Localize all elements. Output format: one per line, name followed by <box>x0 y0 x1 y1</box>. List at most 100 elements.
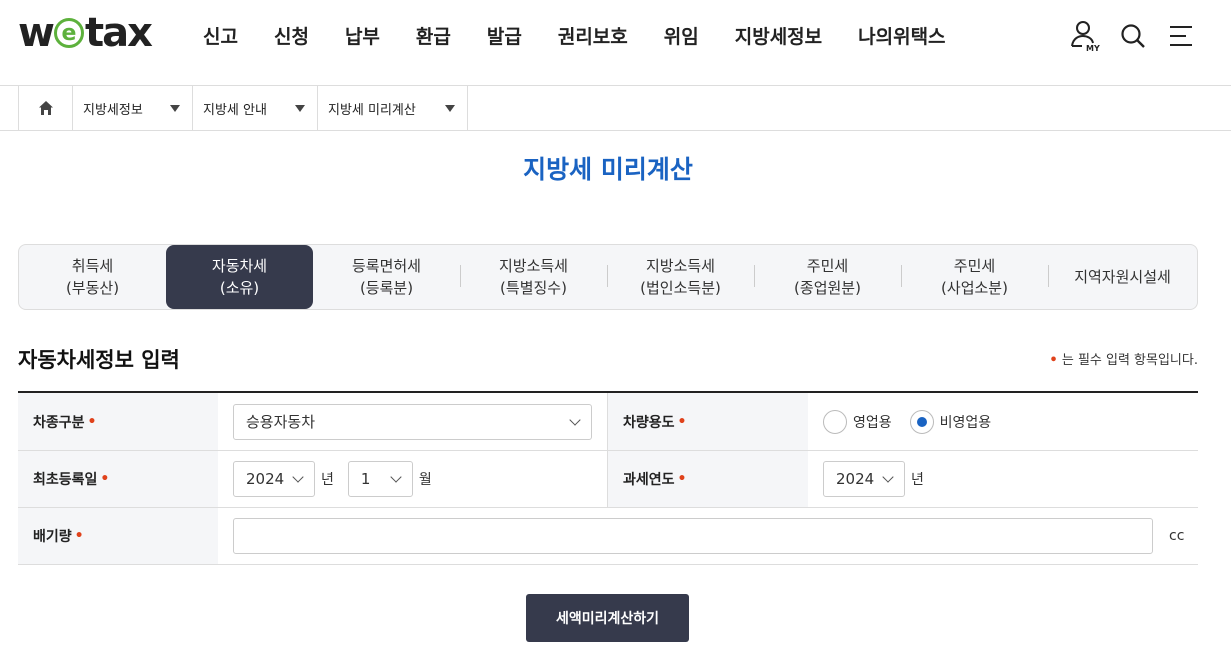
chevron-down-icon <box>292 471 304 483</box>
select-value: 2024 <box>836 470 875 488</box>
gnb-item-localtax-info[interactable]: 지방세정보 <box>735 22 822 49</box>
breadcrumb-divider <box>0 130 1231 131</box>
breadcrumb-label: 지방세 안내 <box>203 102 267 118</box>
dropdown-triangle-icon <box>170 104 180 112</box>
section-title: 자동차세정보 입력 <box>18 348 180 372</box>
field-cell: 2024 년 1 월 <box>218 451 608 507</box>
tab-label: 주민세 <box>806 257 849 275</box>
dropdown-triangle-icon <box>295 104 305 112</box>
form-row: 최초등록일 • 2024 년 1 월 과세연도 • 2024 년 <box>18 451 1198 508</box>
required-mark: • <box>677 471 687 487</box>
gnb-item-payment[interactable]: 납부 <box>345 22 380 49</box>
tab-registration-license-tax[interactable]: 등록면허세 (등록분) <box>313 245 460 309</box>
required-note-text: 는 필수 입력 항목입니다. <box>1061 353 1198 368</box>
breadcrumb-label: 지방세 미리계산 <box>328 102 416 118</box>
chevron-down-icon <box>882 471 894 483</box>
tax-year-select[interactable]: 2024 <box>823 461 905 497</box>
tab-sublabel: (소유) <box>219 279 260 297</box>
gnb-item-rights[interactable]: 권리보호 <box>558 22 628 49</box>
select-value: 승용자동차 <box>246 413 316 431</box>
breadcrumb-item-precalc[interactable]: 지방세 미리계산 <box>318 86 468 130</box>
field-label-tax-year: 과세연도 • <box>608 451 808 507</box>
svg-text:MY: MY <box>1086 44 1100 53</box>
hamburger-menu-icon[interactable] <box>1165 16 1197 56</box>
select-value: 1 <box>360 470 371 488</box>
tab-sublabel: (법인소득분) <box>640 279 721 297</box>
logo-text-w: w <box>18 10 55 56</box>
radio-circle[interactable] <box>823 409 847 434</box>
tax-type-tabs: 취득세 (부동산) 자동차세 (소유) 등록면허세 (등록분) 지방소득세 (특별징수)… <box>18 244 1198 310</box>
tab-label: 자동차세 <box>211 257 268 275</box>
logo-text-tax: tax <box>84 10 153 56</box>
tab-regional-resource-facility-tax[interactable]: 지역자원시설세 <box>1048 245 1197 309</box>
label-text: 차종구분 <box>33 414 85 431</box>
field-label-displacement: 배기량 • <box>18 508 218 564</box>
my-user-icon[interactable]: MY <box>1069 16 1101 56</box>
usage-radio-noncommercial[interactable]: 비영업용 <box>909 409 992 434</box>
breadcrumb-item-localtax-info[interactable]: 지방세정보 <box>73 86 193 130</box>
logo-e-circle: e <box>53 18 84 48</box>
required-mark: • <box>87 413 97 430</box>
tab-vehicle-tax[interactable]: 자동차세 (소유) <box>166 245 313 309</box>
field-label-vehicle-type: 차종구분 • <box>18 393 218 450</box>
chevron-down-icon <box>390 471 402 483</box>
gnb-item-delegate[interactable]: 위임 <box>664 22 699 49</box>
gnb-item-my-wetax[interactable]: 나의위택스 <box>858 22 945 49</box>
header-utilities: MY <box>1053 16 1197 56</box>
wetax-logo[interactable]: w e tax <box>18 8 153 58</box>
tab-sublabel: (사업소분) <box>941 279 1008 297</box>
calculate-tax-button[interactable]: 세액미리계산하기 <box>526 594 689 642</box>
gnb-item-issue[interactable]: 발급 <box>487 22 522 49</box>
displacement-unit: cc <box>1169 528 1185 544</box>
breadcrumb-item-localtax-guide[interactable]: 지방세 안내 <box>193 86 318 130</box>
tab-label: 지역자원시설세 <box>1074 268 1171 286</box>
required-mark: • <box>100 471 110 487</box>
field-label-first-registration: 최초등록일 • <box>18 451 218 507</box>
tab-label: 지방소득세 <box>645 257 715 275</box>
tab-label: 주민세 <box>953 257 996 275</box>
gnb-item-report[interactable]: 신고 <box>203 22 238 49</box>
required-mark: • <box>74 528 84 544</box>
vehicle-type-select[interactable]: 승용자동차 <box>233 403 592 440</box>
tab-local-income-tax-withholding[interactable]: 지방소득세 (특별징수) <box>460 245 607 309</box>
year-unit: 년 <box>911 472 924 488</box>
tab-label: 취득세 <box>71 257 114 275</box>
gnb-item-refund[interactable]: 환급 <box>416 22 451 49</box>
tab-resident-tax-business[interactable]: 주민세 (사업소분) <box>901 245 1048 309</box>
tab-acquisition-tax[interactable]: 취득세 (부동산) <box>19 245 166 309</box>
radio-circle-selected[interactable] <box>909 409 934 434</box>
tab-sublabel: (특별징수) <box>500 279 567 297</box>
form-row: 배기량 • cc <box>18 508 1198 565</box>
first-reg-month-select[interactable]: 1 <box>347 461 413 497</box>
gnb-item-apply[interactable]: 신청 <box>274 22 309 49</box>
chevron-down-icon <box>569 413 581 426</box>
dropdown-triangle-icon <box>445 104 455 112</box>
usage-radio-commercial[interactable]: 영업용 <box>823 409 892 434</box>
tab-resident-tax-employee[interactable]: 주민세 (종업원분) <box>754 245 901 309</box>
label-text: 최초등록일 <box>33 472 98 488</box>
required-mark: • <box>677 413 687 430</box>
tab-label: 등록면허세 <box>351 257 421 275</box>
field-cell: 승용자동차 <box>218 393 608 450</box>
form-row: 차종구분 • 승용자동차 차량용도 • 영업용 비영업용 <box>18 393 1198 451</box>
page-title: 지방세 미리계산 <box>523 155 693 184</box>
global-nav: 신고 신청 납부 환급 발급 권리보호 위임 지방세정보 나의위택스 <box>185 0 964 70</box>
radio-label: 비영업용 <box>939 414 992 431</box>
breadcrumb-label: 지방세정보 <box>83 102 143 118</box>
home-icon[interactable] <box>19 86 73 130</box>
year-unit: 년 <box>321 472 334 488</box>
label-text: 과세연도 <box>623 472 675 488</box>
search-icon[interactable] <box>1117 16 1149 56</box>
first-reg-year-select[interactable]: 2024 <box>233 461 315 497</box>
field-cell: 2024 년 <box>808 451 1198 507</box>
required-note: • 는 필수 입력 항목입니다. <box>1049 349 1198 368</box>
month-unit: 월 <box>418 472 432 488</box>
tab-sublabel: (부동산) <box>65 279 120 297</box>
displacement-input[interactable] <box>233 518 1153 554</box>
label-text: 차량용도 <box>623 414 675 431</box>
required-mark: • <box>1049 353 1058 368</box>
select-value: 2024 <box>246 470 285 488</box>
label-text: 배기량 <box>33 529 72 545</box>
tab-sublabel: (종업원분) <box>794 279 861 297</box>
tab-local-income-tax-corporate[interactable]: 지방소득세 (법인소득분) <box>607 245 754 309</box>
